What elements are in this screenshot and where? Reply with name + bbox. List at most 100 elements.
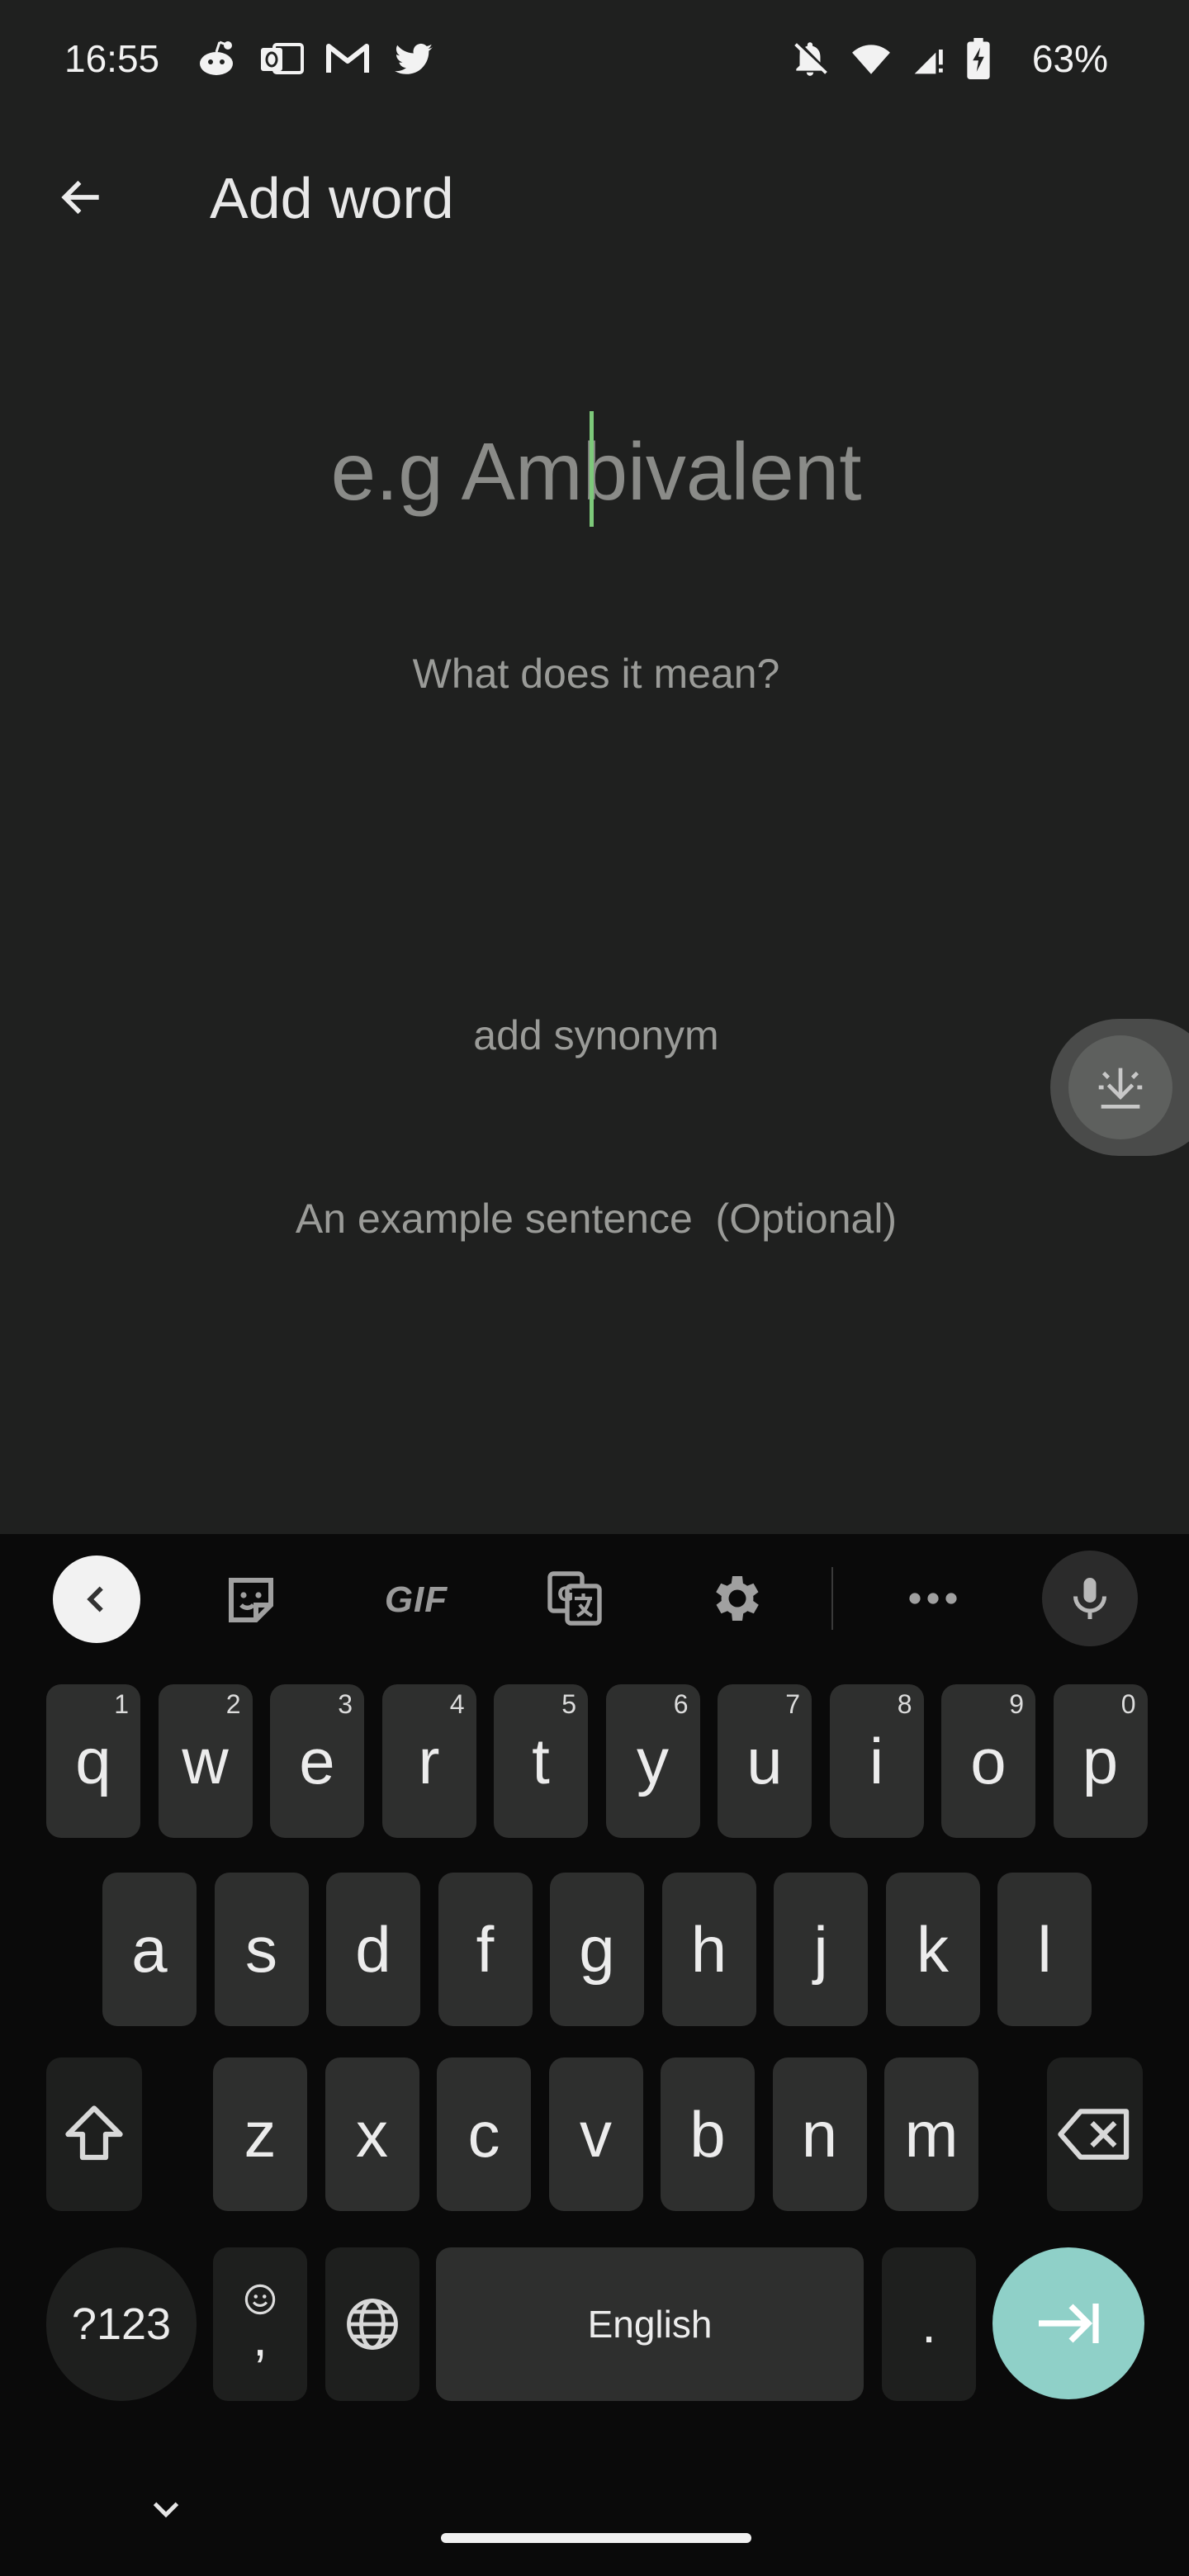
backspace-key[interactable] (1047, 2057, 1143, 2211)
sparkle-download-icon (1098, 1068, 1143, 1109)
status-time: 16:55 (64, 37, 160, 80)
on-screen-keyboard: GIF G q1w2e3r4t5y6u 7 i 8 o 9 p 0 a s d … (0, 1534, 1189, 2576)
key-label: i (869, 1724, 884, 1797)
svg-text:G: G (557, 1583, 574, 1606)
comma-key[interactable]: , (213, 2247, 307, 2401)
translate-button[interactable]: G (542, 1565, 608, 1631)
key-k[interactable]: k (885, 1873, 980, 2026)
key-z[interactable]: z (213, 2057, 307, 2211)
key-p[interactable]: p0 (1053, 1684, 1148, 1838)
example-sentence-input[interactable] (0, 1189, 1189, 1248)
key-h[interactable]: h (661, 1873, 756, 2026)
space-key-label: English (587, 2303, 713, 2346)
floating-assistant-bubble[interactable] (1050, 1019, 1189, 1156)
keyboard-settings-button[interactable] (702, 1565, 768, 1631)
key-number-hint: 6 (673, 1689, 689, 1719)
key-label: a (131, 1912, 168, 1986)
key-w[interactable]: w2 (158, 1684, 253, 1838)
sticker-icon (229, 1578, 273, 1622)
meaning-input[interactable] (0, 644, 1189, 703)
key-label: y (637, 1724, 669, 1797)
key-c[interactable]: c (437, 2057, 531, 2211)
enter-key[interactable] (992, 2247, 1144, 2399)
cell-signal-icon (914, 50, 943, 74)
word-input[interactable] (0, 417, 1189, 526)
key-x[interactable]: x (324, 2057, 419, 2211)
key-u[interactable]: u7 (718, 1684, 812, 1838)
keyboard-collapse-button[interactable] (53, 1556, 140, 1643)
key-a[interactable]: a (102, 1873, 197, 2026)
key-g[interactable]: g (550, 1873, 644, 2026)
key-d[interactable]: d (326, 1873, 420, 2026)
system-status-icons (789, 38, 991, 79)
key-f[interactable]: f (438, 1873, 533, 2026)
key-label: k (917, 1912, 949, 1986)
globe-icon (347, 2299, 398, 2350)
key-i[interactable]: i8 (829, 1684, 924, 1838)
key-n[interactable]: n (772, 2057, 867, 2211)
more-options-button[interactable] (900, 1565, 966, 1631)
key-label: n (801, 2097, 838, 2171)
toolbar-divider (831, 1567, 833, 1630)
key-number-hint: 9 (1009, 1689, 1024, 1719)
voice-input-button[interactable] (1042, 1551, 1138, 1646)
key-label: f (476, 1912, 495, 1986)
key-label: p (1082, 1724, 1119, 1797)
key-label: h (690, 1912, 727, 1986)
key-number-hint: 2 (225, 1689, 241, 1719)
microphone-icon (1073, 1578, 1106, 1619)
symbols-key-label: ?123 (71, 2299, 172, 2349)
period-key-label: . (921, 2294, 936, 2354)
key-s[interactable]: s (214, 1873, 309, 2026)
battery-percent: 63% (1031, 37, 1108, 80)
back-button[interactable] (46, 162, 117, 233)
translate-icon: G (547, 1571, 602, 1626)
period-key[interactable]: . (882, 2247, 976, 2401)
synonym-input[interactable] (0, 1006, 1189, 1065)
key-number-hint: 5 (561, 1689, 576, 1719)
key-m[interactable]: m (884, 2057, 978, 2211)
comma-key-label: , (253, 2308, 268, 2367)
key-y[interactable]: y6 (605, 1684, 700, 1838)
key-r[interactable]: r4 (381, 1684, 476, 1838)
gmail-icon (326, 44, 369, 73)
page-title: Add word (210, 166, 454, 230)
keyboard-toolbar: GIF G (0, 1534, 1189, 1658)
key-label: m (904, 2097, 959, 2171)
key-label: v (580, 2097, 612, 2171)
key-label: u (746, 1724, 783, 1797)
key-o[interactable]: o9 (941, 1684, 1035, 1838)
key-t[interactable]: t5 (494, 1684, 588, 1838)
backspace-icon (1058, 2109, 1130, 2160)
key-label: b (689, 2097, 726, 2171)
key-label: q (75, 1724, 111, 1797)
hide-keyboard-button[interactable] (147, 2493, 185, 2526)
chevron-down-icon (153, 2502, 179, 2518)
key-label: t (532, 1724, 550, 1797)
text-caret (590, 411, 594, 527)
key-number-hint: 8 (897, 1689, 912, 1719)
key-j[interactable]: j (774, 1873, 868, 2026)
sticker-button[interactable] (218, 1567, 284, 1633)
language-key[interactable] (325, 2247, 419, 2401)
wifi-icon (852, 45, 890, 74)
key-number-hint: 4 (449, 1689, 465, 1719)
notification-icons (195, 38, 436, 79)
key-q[interactable]: q1 (46, 1684, 140, 1838)
outlook-icon (261, 43, 304, 74)
shift-key[interactable] (46, 2057, 142, 2211)
chevron-left-icon (87, 1586, 103, 1612)
home-gesture-bar[interactable] (441, 2533, 751, 2543)
shift-icon (65, 2105, 123, 2161)
battery-charging-icon (967, 38, 990, 79)
key-l[interactable]: l (997, 1873, 1092, 2026)
key-label: e (299, 1724, 335, 1797)
gif-button[interactable]: GIF (375, 1567, 457, 1633)
key-e[interactable]: e3 (270, 1684, 364, 1838)
space-key[interactable]: English (436, 2247, 864, 2401)
symbols-key[interactable]: ?123 (46, 2247, 197, 2401)
key-number-hint: 3 (338, 1689, 353, 1719)
key-label: l (1037, 1912, 1052, 1986)
key-v[interactable]: v (548, 2057, 643, 2211)
key-b[interactable]: b (661, 2057, 755, 2211)
